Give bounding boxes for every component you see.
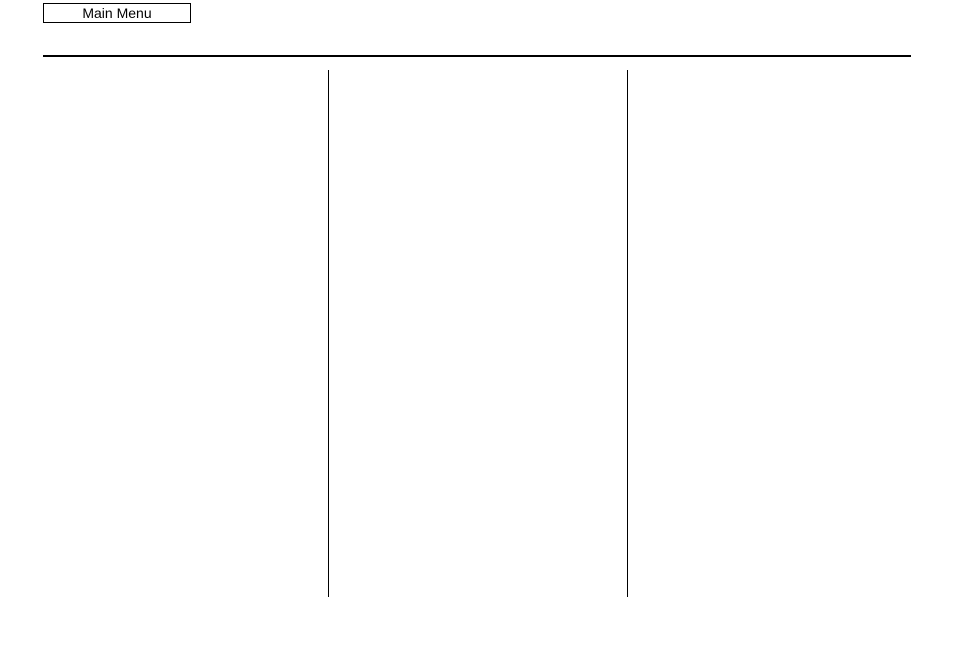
horizontal-divider — [43, 55, 911, 57]
vertical-divider-right — [627, 70, 628, 597]
main-menu-button[interactable]: Main Menu — [43, 3, 191, 23]
vertical-divider-left — [328, 70, 329, 597]
